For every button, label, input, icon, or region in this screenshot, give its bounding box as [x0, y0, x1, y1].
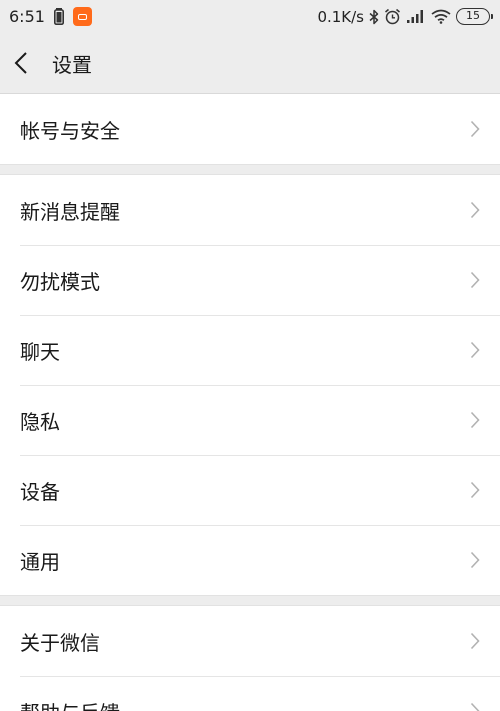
chevron-right-icon	[468, 550, 482, 570]
settings-item-label: 勿扰模式	[20, 269, 100, 294]
chevron-right-icon	[468, 410, 482, 430]
settings-item-label: 通用	[20, 549, 60, 574]
settings-item-devices[interactable]: 设备	[0, 455, 500, 525]
chevron-right-icon	[468, 480, 482, 500]
battery-saver-icon	[53, 8, 64, 25]
chevron-right-icon	[468, 631, 482, 651]
settings-item-help-feedback[interactable]: 帮助与反馈	[0, 676, 500, 711]
settings-item-account-security[interactable]: 帐号与安全	[0, 94, 500, 164]
chevron-right-icon	[468, 701, 482, 711]
settings-item-label: 隐私	[20, 409, 60, 434]
chevron-right-icon	[468, 270, 482, 290]
back-chevron-icon	[14, 52, 27, 74]
chevron-right-icon	[468, 200, 482, 220]
settings-group-about: 关于微信 帮助与反馈	[0, 606, 500, 711]
bluetooth-icon	[369, 9, 379, 25]
settings-item-privacy[interactable]: 隐私	[0, 385, 500, 455]
battery-icon: 15	[456, 8, 493, 25]
settings-item-notifications[interactable]: 新消息提醒	[0, 175, 500, 245]
alarm-icon	[384, 8, 401, 25]
status-bar: 6:51 0.1K/s 15	[0, 0, 500, 33]
chevron-right-icon	[468, 119, 482, 139]
title-bar: 设置	[0, 33, 500, 94]
status-left: 6:51	[9, 7, 92, 26]
wifi-icon	[431, 9, 451, 24]
settings-item-general[interactable]: 通用	[0, 525, 500, 595]
settings-item-label: 聊天	[20, 339, 60, 364]
settings-group-main: 新消息提醒 勿扰模式 聊天 隐私 设备 通用	[0, 175, 500, 595]
settings-item-do-not-disturb[interactable]: 勿扰模式	[0, 245, 500, 315]
chevron-right-icon	[468, 340, 482, 360]
status-time: 6:51	[9, 7, 45, 26]
page-title: 设置	[52, 52, 92, 77]
settings-item-label: 帮助与反馈	[20, 697, 468, 711]
settings-item-label: 帐号与安全	[20, 118, 120, 143]
status-right: 0.1K/s 15	[317, 7, 493, 26]
network-speed: 0.1K/s	[317, 7, 364, 26]
back-button[interactable]	[14, 48, 38, 78]
group-divider	[0, 595, 500, 606]
group-divider	[0, 164, 500, 175]
settings-item-about-wechat[interactable]: 关于微信	[0, 606, 500, 676]
settings-group-account: 帐号与安全	[0, 94, 500, 164]
settings-item-chat[interactable]: 聊天	[0, 315, 500, 385]
app-notification-icon	[72, 7, 92, 26]
signal-icon	[406, 9, 426, 24]
settings-item-label: 新消息提醒	[20, 199, 120, 224]
settings-item-label: 关于微信	[20, 630, 100, 655]
settings-item-label: 设备	[20, 479, 60, 504]
